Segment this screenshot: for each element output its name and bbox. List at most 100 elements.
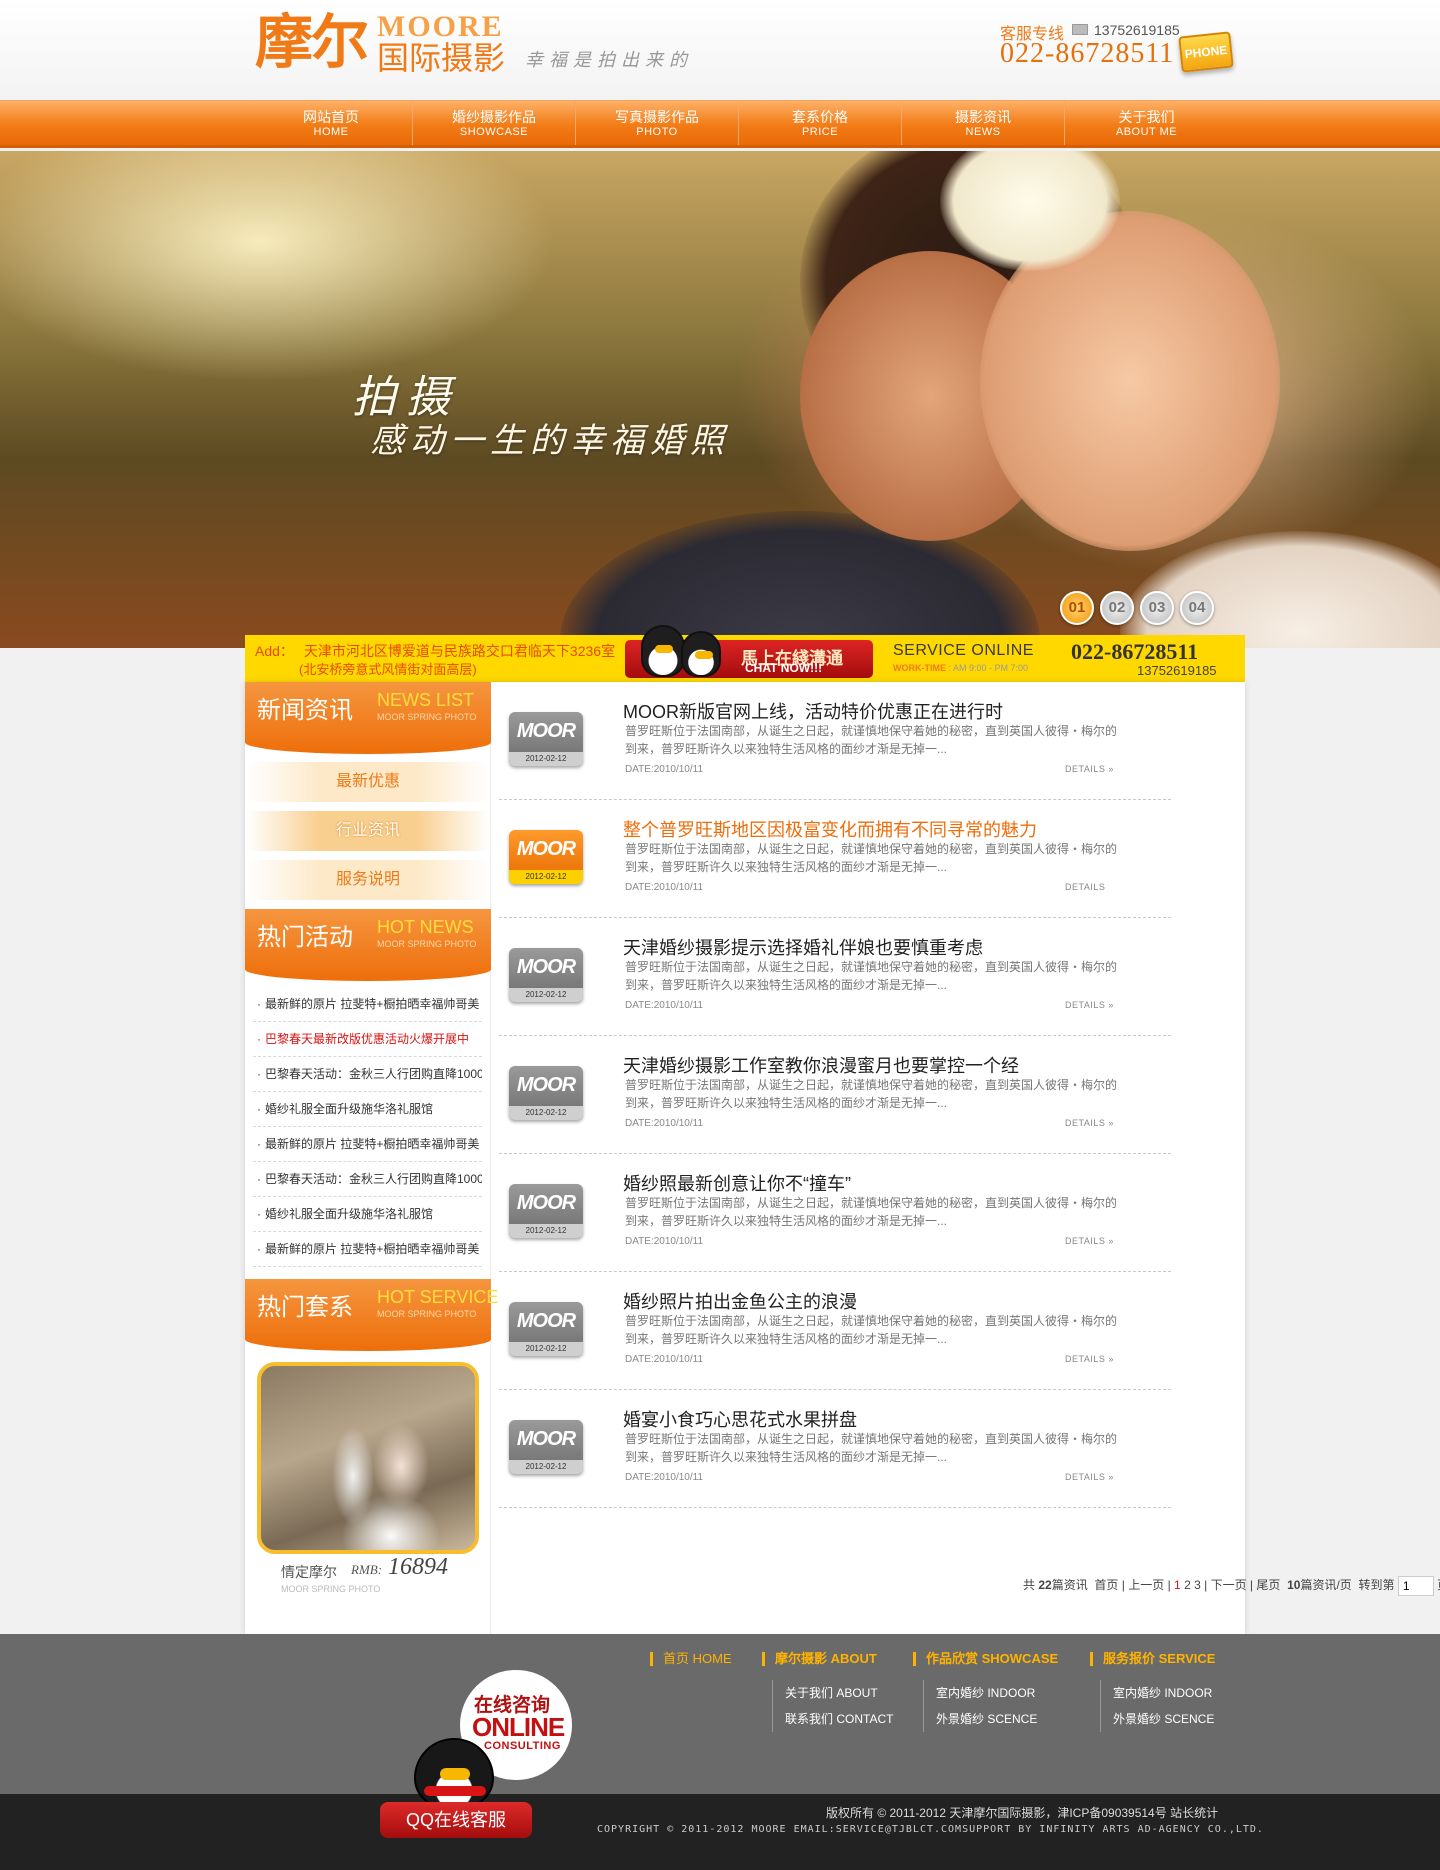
nav-showcase[interactable]: 婚纱摄影作品 SHOWCASE xyxy=(413,101,576,145)
price-currency: RMB: xyxy=(351,1562,383,1577)
pager-next[interactable]: 下一页 xyxy=(1211,1578,1247,1592)
thumb-logo: MOOR xyxy=(516,1310,576,1332)
article-title[interactable]: 天津婚纱摄影工作室教你浪漫蜜月也要掌控一个经 xyxy=(623,1052,1019,1078)
penguin-beak xyxy=(655,645,673,653)
nav-news[interactable]: 摄影资讯 NEWS xyxy=(902,101,1065,145)
details-link[interactable]: DETAILS » xyxy=(1065,1000,1114,1010)
consult-en2: CONSULTING xyxy=(484,1740,561,1752)
thumb-date: 2012-02-12 xyxy=(509,1342,583,1356)
pager-page-2[interactable]: 2 xyxy=(1184,1578,1191,1592)
section-title-sub: MOOR SPRING PHOTO xyxy=(377,712,477,722)
logo-en: MOORE xyxy=(377,10,504,43)
footer-link-indoor[interactable]: 室内婚纱 INDOOR xyxy=(1113,1680,1215,1706)
nav-home[interactable]: 网站首页 HOME xyxy=(250,101,413,145)
pager-first[interactable]: 首页 xyxy=(1094,1578,1118,1592)
article-title[interactable]: 婚宴小食巧心思花式水果拼盘 xyxy=(623,1406,857,1432)
pager-page-1[interactable]: 1 xyxy=(1174,1578,1181,1592)
article-thumb[interactable]: MOOR 2012-02-12 xyxy=(509,1302,583,1356)
package-photo[interactable] xyxy=(257,1362,479,1554)
footer-head-showcase[interactable]: 作品欣赏 SHOWCASE xyxy=(913,1652,1058,1666)
news-cat-offers[interactable]: 最新优惠 xyxy=(247,762,489,802)
section-title-zh: 新闻资讯 xyxy=(257,696,353,724)
details-link[interactable]: DETAILS » xyxy=(1065,1354,1114,1364)
nav-label-en: ABOUT ME xyxy=(1115,126,1178,138)
news-cat-service[interactable]: 服务说明 xyxy=(247,860,489,900)
hero-banner: 拍摄 感动一生的幸福婚照 01 02 03 04 xyxy=(0,151,1440,648)
work-time-hours: AM 9:00 - PM 7:00 xyxy=(953,663,1029,673)
thumb-date: 2012-02-12 xyxy=(509,988,583,1002)
thumb-date: 2012-02-12 xyxy=(509,752,583,766)
nav-photo[interactable]: 写真摄影作品 PHOTO xyxy=(576,101,739,145)
thumb-logo: MOOR xyxy=(516,838,576,860)
contact-bar: Add： 天津市河北区博爱道与民族路交口君临天下3236室 (北安桥旁意式风情街对… xyxy=(245,625,1245,682)
details-link[interactable]: DETAILS » xyxy=(1065,1472,1114,1482)
article-date: DATE:2010/10/11 xyxy=(625,882,704,893)
article-title[interactable]: MOOR新版官网上线，活动特价优惠正在进行时 xyxy=(623,698,1003,724)
logo-sub: 国际摄影 xyxy=(377,39,506,77)
address-line-1: Add： 天津市河北区博爱道与民族路交口君临天下3236室 xyxy=(255,641,615,661)
nav-about[interactable]: 关于我们 ABOUT ME xyxy=(1065,101,1228,145)
slider-dot-4[interactable]: 04 xyxy=(1180,591,1214,625)
hot-news-item[interactable]: 巴黎春天活动：金秋三人行团购直降1000 xyxy=(253,1162,482,1197)
copyright-en: COPYRIGHT © 2011-2012 MOORE EMAIL:SERVIC… xyxy=(597,1824,1264,1835)
slider-dot-3[interactable]: 03 xyxy=(1140,591,1174,625)
hot-news-item[interactable]: 最新鲜的原片 拉斐特+橱拍晒幸福帅哥美 xyxy=(253,987,482,1022)
hot-news-item[interactable]: 巴黎春天最新改版优惠活动火爆开展中 xyxy=(253,1022,482,1057)
pager-last[interactable]: 尾页 xyxy=(1256,1578,1280,1592)
section-title-zh: 热门套系 xyxy=(257,1293,353,1321)
footer-link-scence[interactable]: 外景婚纱 SCENCE xyxy=(936,1706,1058,1732)
article-thumb[interactable]: MOOR 2012-02-12 xyxy=(509,948,583,1002)
article-date: DATE:2010/10/11 xyxy=(625,1118,704,1129)
footer-link-about[interactable]: 关于我们 ABOUT xyxy=(785,1680,893,1706)
footer-link-contact[interactable]: 联系我们 CONTACT xyxy=(785,1706,893,1732)
pagination: 共 22篇资讯 首页 | 上一页 | 1 2 3 | 下一页 | 尾页 10篇资… xyxy=(1023,1576,1440,1596)
article-thumb[interactable]: MOOR 2012-02-12 xyxy=(509,712,583,766)
details-link[interactable]: DETAILS » xyxy=(1065,1118,1114,1128)
details-link[interactable]: DETAILS » xyxy=(1065,764,1114,774)
footer-head-about[interactable]: 摩尔摄影 ABOUT xyxy=(762,1652,893,1666)
pager-page-3[interactable]: 3 xyxy=(1194,1578,1201,1592)
nav-label: 网站首页 xyxy=(303,109,359,125)
footer-link-indoor[interactable]: 室内婚纱 INDOOR xyxy=(936,1680,1058,1706)
footer-col-about: 摩尔摄影 ABOUT 关于我们 ABOUT 联系我们 CONTACT xyxy=(762,1652,893,1732)
details-link[interactable]: DETAILS » xyxy=(1065,1236,1114,1246)
hot-news-item[interactable]: 最新鲜的原片 拉斐特+橱拍晒幸福帅哥美 xyxy=(253,1232,482,1267)
slider-dot-1[interactable]: 01 xyxy=(1060,591,1094,625)
news-cat-industry[interactable]: 行业资讯 xyxy=(247,811,489,851)
hot-news-item[interactable]: 婚纱礼服全面升级施华洛礼服馆 xyxy=(253,1092,482,1127)
article-title[interactable]: 婚纱照片拍出金鱼公主的浪漫 xyxy=(623,1288,857,1314)
qq-service-button[interactable]: QQ在线客服 xyxy=(380,1802,532,1838)
phone-icon: PHONE xyxy=(1178,31,1234,73)
nav-label-en: PRICE xyxy=(801,126,839,138)
footer-head-service[interactable]: 服务报价 SERVICE xyxy=(1090,1652,1215,1666)
package-name[interactable]: 情定摩尔 xyxy=(281,1562,337,1582)
pager-prev[interactable]: 上一页 xyxy=(1128,1578,1164,1592)
mail-icon xyxy=(1072,24,1088,35)
page-jump-input[interactable] xyxy=(1397,1576,1434,1596)
article-thumb[interactable]: MOOR 2012-02-12 xyxy=(509,1184,583,1238)
article-thumb[interactable]: MOOR 2012-02-12 xyxy=(509,830,583,884)
article-desc: 普罗旺斯位于法国南部，从诞生之日起，就谨慎地保守着她的秘密，直到英国人彼得・梅尔… xyxy=(625,724,1118,756)
site-logo[interactable]: 摩尔 MOORE 国际摄影 xyxy=(255,10,515,77)
article-thumb[interactable]: MOOR 2012-02-12 xyxy=(509,1420,583,1474)
footer-link-home[interactable]: 首页 HOME xyxy=(650,1652,732,1666)
hot-news-item[interactable]: 婚纱礼服全面升级施华洛礼服馆 xyxy=(253,1197,482,1232)
news-section-title: 新闻资讯 NEWS LIST MOOR SPRING PHOTO xyxy=(245,682,491,754)
article-title[interactable]: 婚纱照最新创意让你不“撞车” xyxy=(623,1170,851,1196)
penguin-scarf xyxy=(424,1786,486,1796)
slogan: 幸福是拍出来的 xyxy=(525,50,693,71)
article-title[interactable]: 天津婚纱摄影提示选择婚礼伴娘也要慎重考虑 xyxy=(623,934,983,960)
nav-price[interactable]: 套系价格 PRICE xyxy=(739,101,902,145)
penguin-beak xyxy=(695,651,713,659)
details-link[interactable]: DETAILS xyxy=(1065,882,1105,892)
article-thumb[interactable]: MOOR 2012-02-12 xyxy=(509,1066,583,1120)
qq-penguin-icon xyxy=(414,1738,494,1808)
hot-news-item[interactable]: 巴黎春天活动：金秋三人行团购直降1000 xyxy=(253,1057,482,1092)
hot-news-item[interactable]: 最新鲜的原片 拉斐特+橱拍晒幸福帅哥美 xyxy=(253,1127,482,1162)
slider-dot-2[interactable]: 02 xyxy=(1100,591,1134,625)
footer-link-scence[interactable]: 外景婚纱 SCENCE xyxy=(1113,1706,1215,1732)
thumb-date: 2012-02-12 xyxy=(509,1224,583,1238)
article-title[interactable]: 整个普罗旺斯地区因极富变化而拥有不同寻常的魅力 xyxy=(623,816,1037,842)
nav-label: 写真摄影作品 xyxy=(615,109,699,125)
header-tel: 022-86728511 xyxy=(1000,38,1175,69)
